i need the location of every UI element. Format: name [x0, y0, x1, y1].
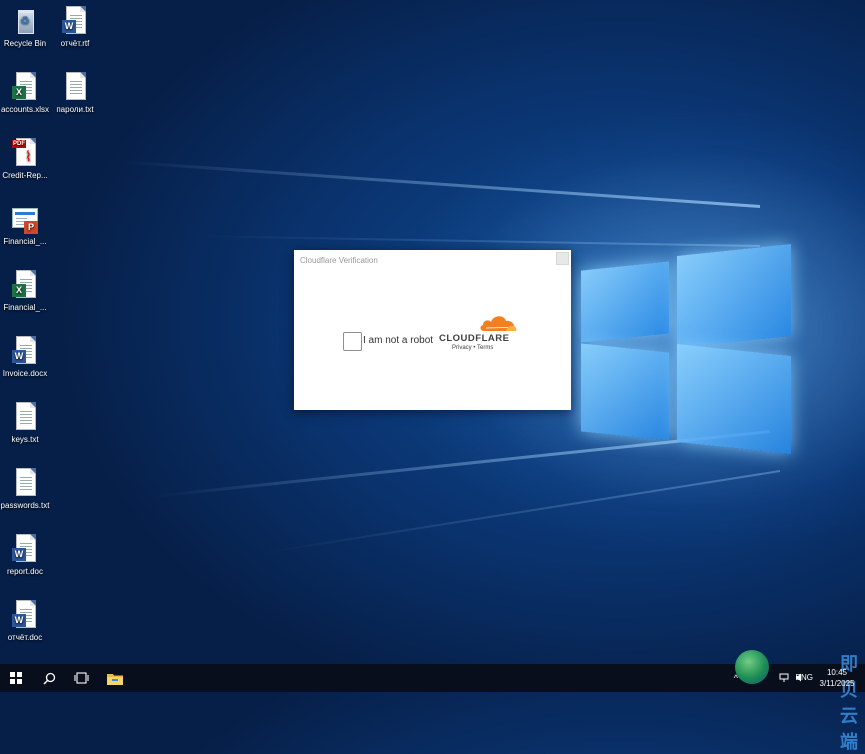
- desktop-icon-passwords-txt[interactable]: passwords.txt: [0, 468, 55, 511]
- task-view-icon: [73, 672, 89, 684]
- checkbox-label: I am not a robot: [363, 335, 434, 346]
- word-document-icon: W: [12, 336, 38, 366]
- dialog-title: Cloudflare Verification: [300, 256, 378, 265]
- text-document-icon: [12, 402, 38, 432]
- clock-date: 3/11/2025: [819, 679, 855, 688]
- light-beam: [121, 160, 761, 208]
- text-document-icon: [62, 72, 88, 102]
- cloudflare-verification-dialog: Cloudflare Verification I am not a robot…: [294, 250, 571, 410]
- desktop-icon-invoice-docx[interactable]: W Invoice.docx: [0, 336, 55, 379]
- not-a-robot-checkbox[interactable]: [343, 332, 362, 351]
- task-view-button[interactable]: [65, 664, 97, 692]
- powerpoint-document-icon: P: [12, 204, 38, 234]
- search-icon: [42, 672, 55, 685]
- desktop-icon-credit-report[interactable]: ⌇ PDF Credit-Rep...: [0, 138, 55, 181]
- desktop-icon-label: passwords.txt: [0, 501, 50, 510]
- recycle-bin-icon: [18, 10, 34, 34]
- desktop-icon-label: keys.txt: [11, 435, 39, 444]
- pdf-document-icon: ⌇ PDF: [12, 138, 38, 168]
- desktop-icon-otchet-rtf[interactable]: W отчёт.rtf: [45, 6, 105, 49]
- text-document-icon: [12, 468, 38, 498]
- desktop-icon-financial-pptx[interactable]: P Financial_...: [0, 204, 55, 247]
- cloudflare-brand: CLOUDFLARE: [439, 333, 510, 344]
- desktop-icon-report-doc[interactable]: W report.doc: [0, 534, 55, 577]
- search-button[interactable]: [33, 664, 65, 692]
- clock[interactable]: 10:45 3/11/2025: [815, 667, 859, 689]
- desktop-icon-label: Invoice.docx: [2, 369, 48, 378]
- word-document-icon: W: [12, 534, 38, 564]
- folder-icon: [107, 673, 123, 685]
- desktop-icon-label: отчёт.doc: [7, 633, 43, 642]
- show-hidden-icons-chevron-icon[interactable]: ^: [734, 673, 738, 683]
- watermark-globe-icon: [735, 650, 769, 684]
- clock-time: 10:45: [826, 668, 848, 677]
- desktop-icon-label: пароли.txt: [56, 105, 94, 114]
- desktop-icon-label: Financial_...: [3, 303, 47, 312]
- taskbar: 即贝云端 ^ ENG 10:45 3/11/2025: [0, 650, 865, 752]
- excel-document-icon: X: [12, 270, 38, 300]
- windows-wallpaper-logo: [575, 238, 797, 458]
- desktop-icon-financial-xlsx[interactable]: X Financial_...: [0, 270, 55, 313]
- word-document-icon: W: [12, 600, 38, 630]
- privacy-terms-links[interactable]: Privacy • Terms: [452, 345, 493, 351]
- start-button[interactable]: [0, 664, 32, 692]
- word-document-icon: W: [62, 6, 88, 36]
- desktop-icon-label: отчёт.rtf: [60, 39, 90, 48]
- file-explorer-button[interactable]: [99, 664, 131, 692]
- desktop-icon-paroli-txt[interactable]: пароли.txt: [45, 72, 105, 115]
- desktop-icon-otchet-doc[interactable]: W отчёт.doc: [0, 600, 55, 643]
- language-indicator[interactable]: ENG: [796, 673, 813, 682]
- excel-document-icon: X: [12, 72, 38, 102]
- watermark-text: 即贝云端: [840, 654, 859, 752]
- desktop-icon-label: report.doc: [6, 567, 44, 576]
- desktop-icon-label: Financial_...: [3, 237, 47, 246]
- desktop-icon-label: Credit-Rep...: [2, 171, 48, 180]
- desktop-icon-keys-txt[interactable]: keys.txt: [0, 402, 55, 445]
- light-beam: [266, 470, 781, 554]
- close-button[interactable]: [556, 252, 569, 265]
- windows-start-icon: [10, 672, 22, 684]
- network-icon[interactable]: [779, 673, 789, 682]
- cloudflare-cloud-icon: [480, 316, 517, 331]
